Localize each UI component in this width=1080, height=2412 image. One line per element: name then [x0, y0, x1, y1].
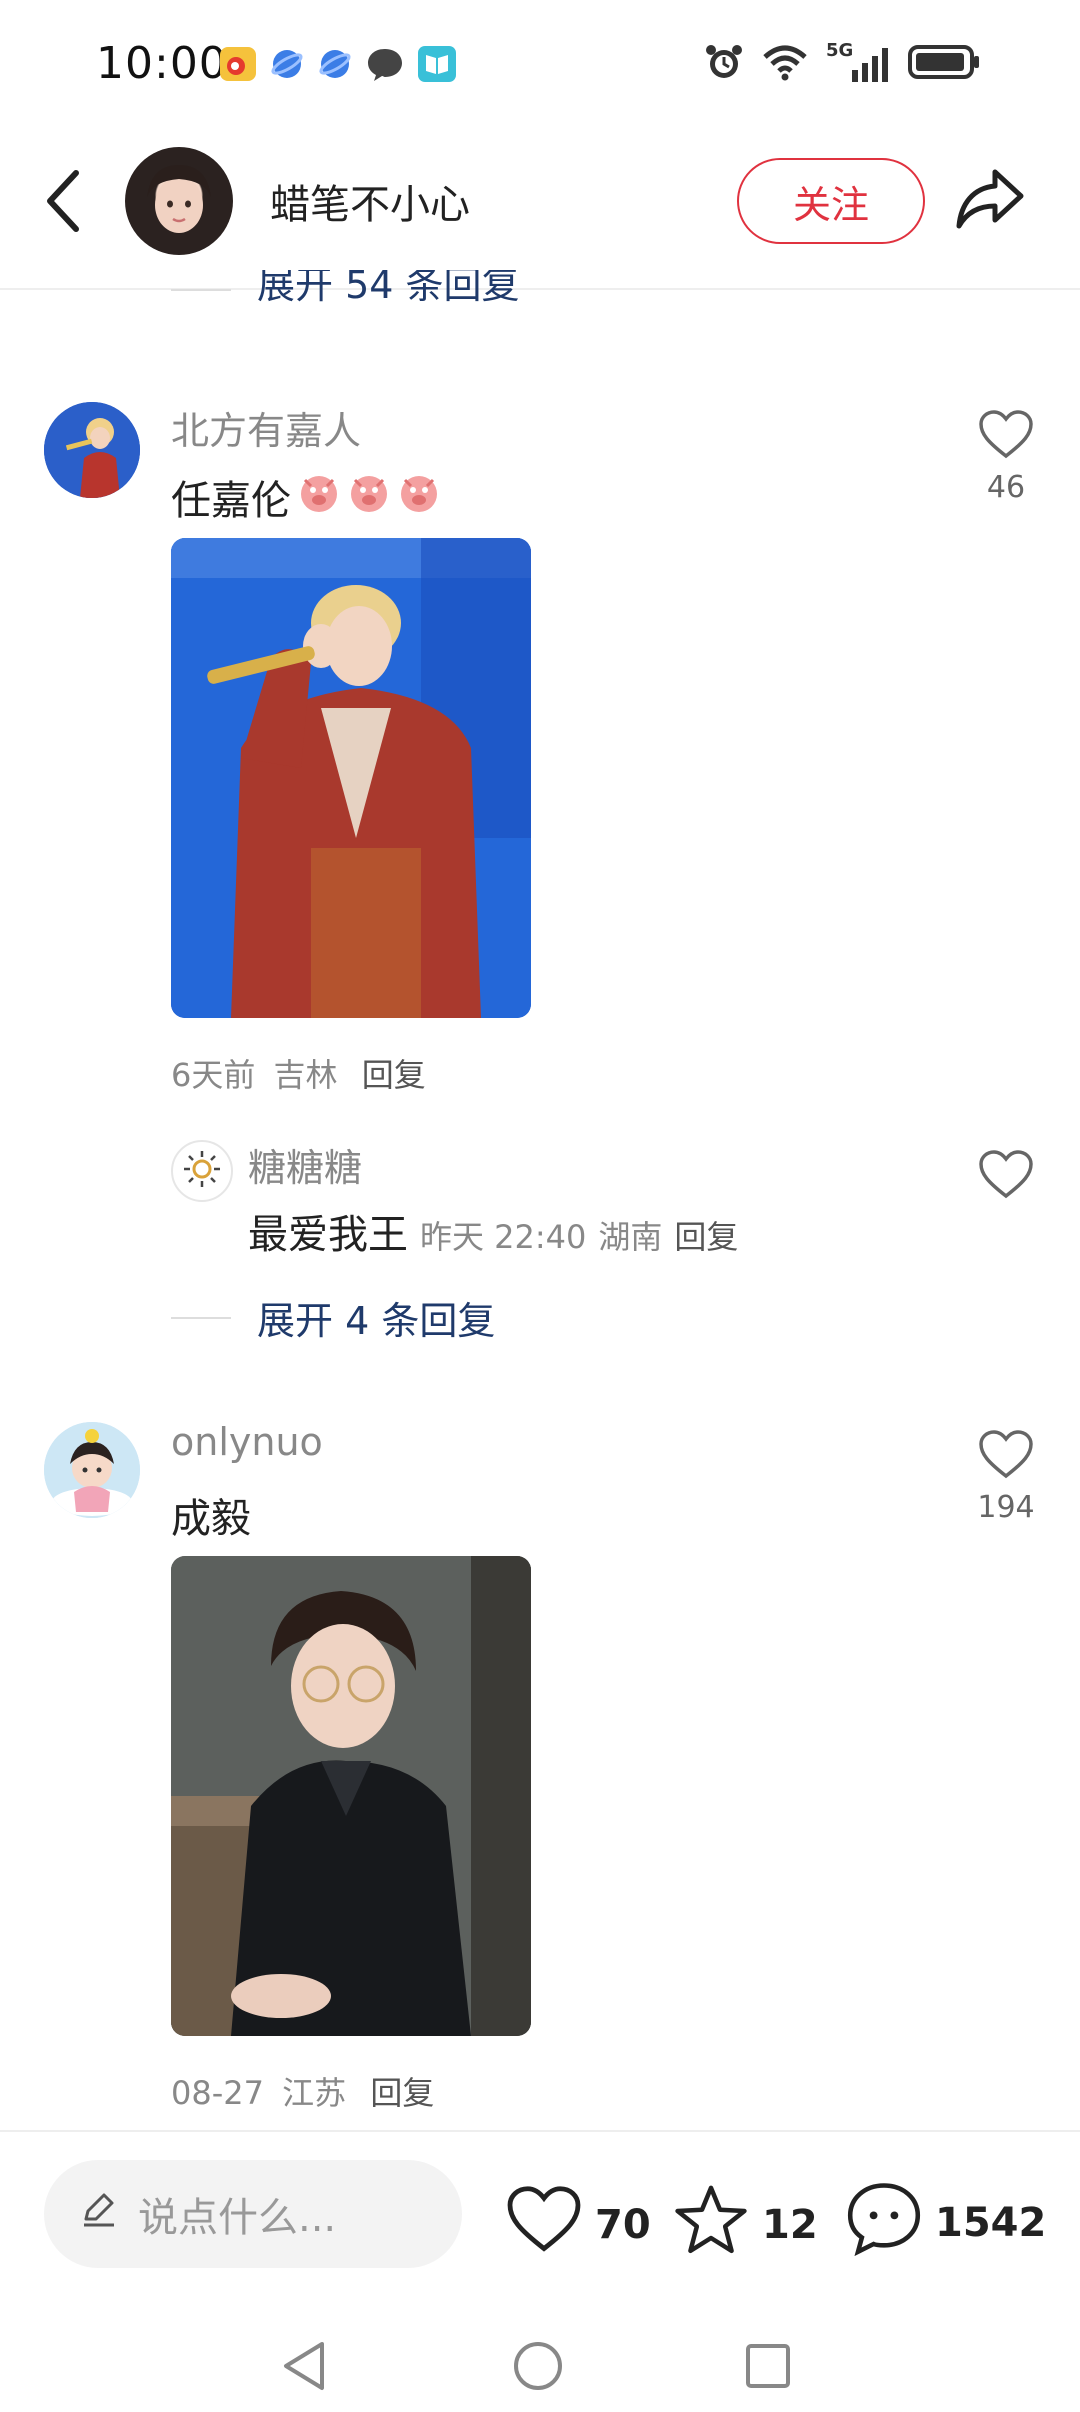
heart-icon[interactable] — [978, 1430, 1034, 1484]
like-count: 70 — [595, 2202, 651, 2248]
comment-time: 6天前 — [171, 1056, 256, 1094]
pig-emoji-icon — [397, 470, 441, 524]
wifi-icon — [762, 43, 808, 85]
pig-emoji-icon — [297, 470, 341, 524]
heart-icon[interactable] — [978, 410, 1034, 464]
favorite-count: 12 — [762, 2202, 818, 2248]
sun-icon — [182, 1149, 222, 1193]
comment-time: 08-27 — [171, 2074, 264, 2112]
battery-icon — [908, 44, 980, 84]
commenter-avatar[interactable] — [44, 402, 140, 498]
divider-line — [171, 1316, 231, 1319]
commenter-avatar[interactable] — [44, 1422, 140, 1518]
browser-icon-2 — [318, 47, 352, 85]
chat-bubble-icon[interactable] — [845, 2180, 923, 2266]
divider-line — [171, 289, 231, 291]
comment-like[interactable]: 194 — [966, 1430, 1046, 1525]
chevron-left-icon[interactable] — [40, 165, 84, 241]
expand-replies-label[interactable]: 展开 4 条回复 — [257, 1290, 495, 1345]
reply-button[interactable]: 回复 — [362, 1056, 426, 1094]
heart-icon[interactable] — [505, 2186, 583, 2264]
commenter-username[interactable]: 北方有嘉人 — [171, 400, 361, 455]
like-count: 194 — [977, 1490, 1035, 1525]
pencil-icon — [78, 2189, 118, 2239]
reply-avatar[interactable] — [171, 1140, 233, 1202]
like-post-button[interactable]: 70 — [505, 2186, 651, 2264]
status-time: 10:00 — [96, 38, 228, 89]
comment-text: 成毅 — [171, 1486, 251, 1544]
star-icon[interactable] — [672, 2184, 750, 2266]
comment-button[interactable]: 1542 — [845, 2180, 1046, 2266]
reply-button[interactable]: 回复 — [674, 1212, 738, 1258]
comment-body: 任嘉伦 — [171, 478, 291, 524]
browser-icon — [270, 47, 304, 85]
system-navigation-bar — [0, 2300, 1080, 2412]
comment-location: 江苏 — [282, 2074, 347, 2112]
author-name[interactable]: 蜡笔不小心 — [270, 172, 470, 230]
comment-image[interactable] — [171, 538, 531, 1018]
comment-meta: 6天前 吉林 回复 — [171, 1050, 426, 1096]
message-icon — [366, 46, 404, 86]
back-triangle-icon[interactable] — [280, 2340, 328, 2396]
cellular-signal-icon: 5G — [826, 40, 890, 84]
input-placeholder: 说点什么... — [138, 2195, 337, 2241]
reply-username[interactable]: 糖糖糖 — [248, 1137, 362, 1192]
reply-content: 最爱我王 昨天 22:40 湖南 回复 — [248, 1202, 738, 1260]
comment-like[interactable]: 46 — [966, 410, 1046, 505]
comment-count: 1542 — [935, 2200, 1047, 2246]
weibo-icon — [220, 47, 256, 85]
alarm-icon — [704, 42, 744, 86]
comment-meta: 08-27 江苏 回复 — [171, 2068, 434, 2114]
reply-location: 湖南 — [598, 1218, 663, 1256]
comment-text: 任嘉伦 — [171, 468, 441, 526]
system-icons: 5G — [704, 40, 980, 86]
share-arrow-icon[interactable] — [955, 166, 1027, 236]
notification-icons — [220, 46, 456, 86]
home-circle-icon[interactable] — [512, 2340, 564, 2396]
pig-emoji-icon — [347, 470, 391, 524]
author-avatar[interactable] — [125, 147, 233, 255]
follow-button[interactable]: 关注 — [737, 158, 925, 244]
reply-time: 昨天 22:40 — [420, 1218, 587, 1256]
favorite-button[interactable]: 12 — [672, 2184, 818, 2266]
reply-text: 最爱我王 — [248, 1212, 408, 1258]
comment-body: 成毅 — [171, 1496, 251, 1542]
comment-location: 吉林 — [273, 1056, 338, 1094]
commenter-username[interactable]: onlynuo — [171, 1420, 323, 1464]
expand-replies-label[interactable]: 展开 54 条回复 — [257, 270, 520, 309]
comment-image[interactable] — [171, 1556, 531, 2036]
expand-replies-top[interactable]: 展开 54 条回复 — [171, 270, 671, 310]
reply-like[interactable] — [966, 1150, 1046, 1204]
like-count: 46 — [986, 470, 1026, 505]
reply-button[interactable]: 回复 — [370, 2074, 434, 2112]
recents-square-icon[interactable] — [744, 2342, 792, 2394]
expand-replies[interactable]: 展开 4 条回复 — [171, 1290, 495, 1345]
comment-input[interactable]: 说点什么... — [44, 2160, 462, 2268]
heart-icon[interactable] — [978, 1150, 1034, 1204]
book-icon — [418, 46, 456, 86]
